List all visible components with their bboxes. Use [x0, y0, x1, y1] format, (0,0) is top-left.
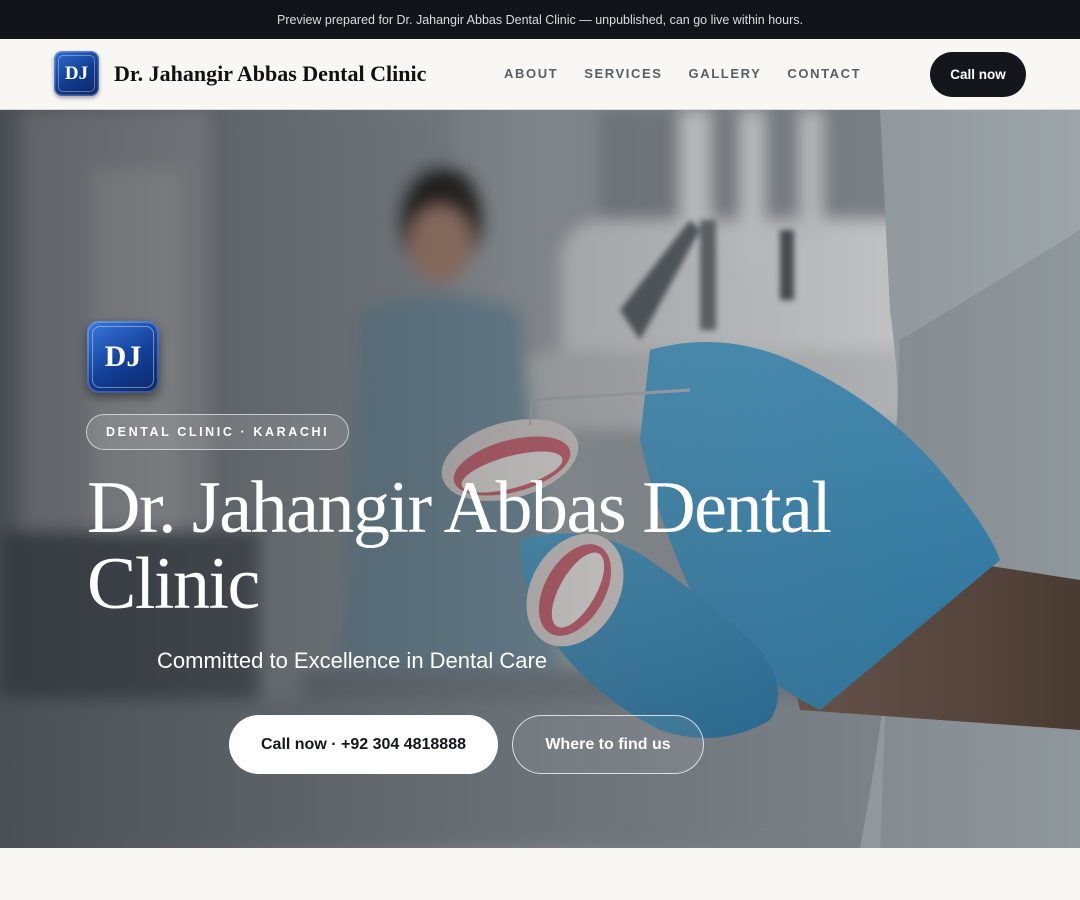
hero-tagline: Committed to Excellence in Dental Care: [157, 648, 548, 673]
next-section: [0, 848, 1080, 900]
hero-logo: DJ: [87, 321, 159, 393]
header-call-button[interactable]: Call now: [930, 52, 1026, 97]
nav-gallery[interactable]: GALLERY: [689, 66, 762, 81]
hero-content: DJ DENTAL CLINIC · KARACHI Dr. Jahangir …: [0, 110, 1080, 848]
main-nav: ABOUT SERVICES GALLERY CONTACT: [504, 66, 887, 81]
hero-logo-initials: DJ: [104, 340, 142, 373]
nav-about[interactable]: ABOUT: [504, 66, 558, 81]
nav-services[interactable]: SERVICES: [584, 66, 662, 81]
preview-banner-text: Preview prepared for Dr. Jahangir Abbas …: [277, 12, 803, 27]
hero-location-button[interactable]: Where to find us: [512, 715, 704, 774]
hero-call-button[interactable]: Call now · +92 304 4818888: [229, 715, 498, 774]
clinic-logo: DJ: [54, 51, 99, 96]
hero-eyebrow-badge: DENTAL CLINIC · KARACHI: [86, 414, 350, 450]
hero-section: DJ DENTAL CLINIC · KARACHI Dr. Jahangir …: [0, 110, 1080, 848]
nav-contact[interactable]: CONTACT: [787, 66, 861, 81]
logo-initials: DJ: [64, 62, 89, 84]
hero-title: Dr. Jahangir Abbas Dental Clinic: [87, 467, 832, 625]
site-header: DJ Dr. Jahangir Abbas Dental Clinic ABOU…: [0, 39, 1080, 110]
brand-link[interactable]: DJ Dr. Jahangir Abbas Dental Clinic: [54, 51, 426, 96]
brand-name: Dr. Jahangir Abbas Dental Clinic: [114, 60, 427, 86]
preview-banner: Preview prepared for Dr. Jahangir Abbas …: [0, 0, 1080, 39]
